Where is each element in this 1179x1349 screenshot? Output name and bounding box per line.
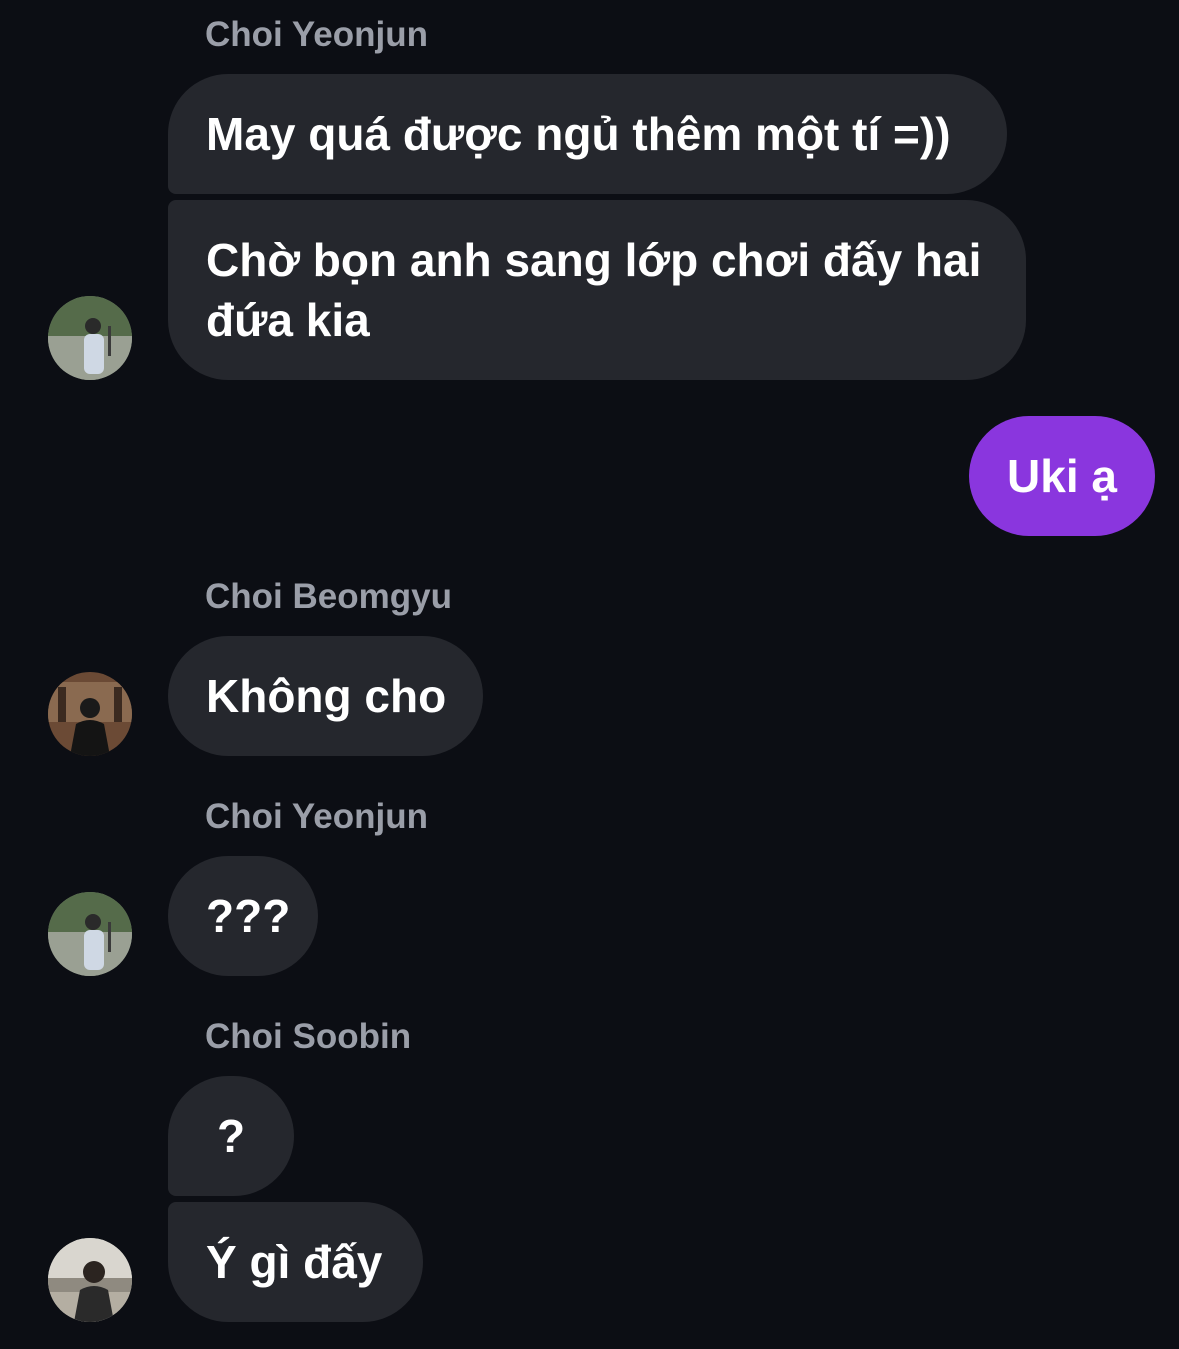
message-text: May quá được ngủ thêm một tí =)) (206, 108, 951, 160)
message-text: Uki ạ (1007, 450, 1117, 502)
yeonjun-avatar-photo (48, 296, 132, 380)
sender-name: Choi Beomgyu (205, 577, 452, 616)
message-bubble-incoming[interactable]: Chờ bọn anh sang lớp chơi đấy hai đứa ki… (168, 200, 1026, 380)
soobin-avatar-photo (48, 1238, 132, 1322)
avatar[interactable] (48, 1238, 132, 1322)
sender-name: Choi Soobin (205, 1017, 412, 1056)
avatar[interactable] (48, 296, 132, 380)
message-text: ??? (206, 890, 291, 942)
message-text: Không cho (206, 670, 447, 722)
message-text: ? (216, 1110, 246, 1162)
message-bubble-incoming[interactable]: Ý gì đấy (168, 1202, 423, 1322)
message-text: Chờ bọn anh sang lớp chơi đấy hai đứa ki… (206, 234, 982, 346)
avatar[interactable] (48, 672, 132, 756)
message-bubble-outgoing[interactable]: Uki ạ (969, 416, 1155, 536)
message-bubble-incoming[interactable]: Không cho (168, 636, 483, 756)
message-bubble-incoming[interactable]: ??? (168, 856, 318, 976)
message-text: Ý gì đấy (206, 1236, 383, 1288)
message-bubble-incoming[interactable]: May quá được ngủ thêm một tí =)) (168, 74, 1007, 194)
avatar[interactable] (48, 892, 132, 976)
sender-name: Choi Yeonjun (205, 15, 428, 54)
message-bubble-incoming[interactable]: ? (168, 1076, 294, 1196)
sender-name: Choi Yeonjun (205, 797, 428, 836)
yeonjun-avatar-photo (48, 892, 132, 976)
beomgyu-avatar-photo (48, 672, 132, 756)
